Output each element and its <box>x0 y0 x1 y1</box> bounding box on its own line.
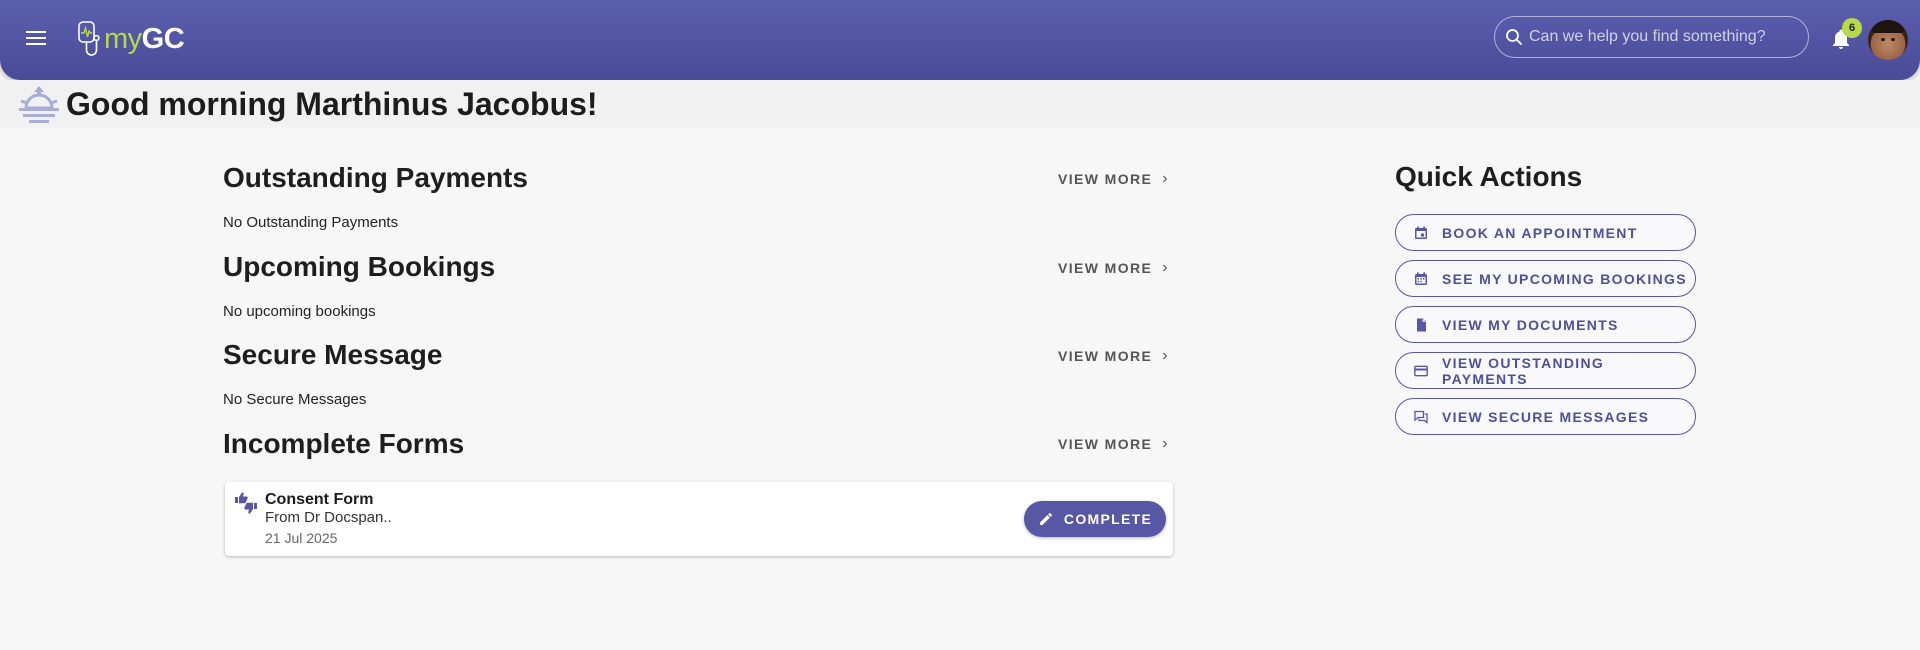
view-more-messages-link[interactable]: VIEW MORE › <box>1058 347 1169 365</box>
chevron-right-icon: › <box>1162 259 1170 276</box>
view-more-label: VIEW MORE <box>1058 348 1153 364</box>
empty-messages-text: No Secure Messages <box>223 391 367 408</box>
quick-actions-title: Quick Actions <box>1395 161 1583 192</box>
secure-messages-button[interactable]: VIEW SECURE MESSAGES <box>1395 398 1696 435</box>
quick-action-label: VIEW OUTSTANDING PAYMENTS <box>1442 354 1605 387</box>
quick-action-label: SEE MY UPCOMING BOOKINGS <box>1442 270 1687 287</box>
search-input[interactable] <box>1529 28 1799 46</box>
chevron-right-icon: › <box>1162 435 1170 452</box>
chevron-right-icon: › <box>1162 170 1170 187</box>
logo-suffix: GC <box>141 22 185 55</box>
chat-icon <box>1414 410 1428 424</box>
section-title-upcoming-bookings: Upcoming Bookings <box>223 251 496 282</box>
top-app-bar: myGC 6 <box>0 0 1920 80</box>
empty-bookings-text: No upcoming bookings <box>223 303 376 320</box>
view-more-label: VIEW MORE <box>1058 171 1153 187</box>
empty-payments-text: No Outstanding Payments <box>223 214 399 231</box>
hamburger-menu-icon[interactable] <box>26 28 48 50</box>
view-more-payments-link[interactable]: VIEW MORE › <box>1058 170 1169 188</box>
quick-action-label: VIEW SECURE MESSAGES <box>1442 408 1650 425</box>
incomplete-form-card: Consent Form From Dr Docspan.. 21 Jul 20… <box>225 482 1173 556</box>
calendar-icon <box>1415 272 1427 285</box>
logo-prefix: my <box>104 22 142 55</box>
upcoming-bookings-button[interactable]: SEE MY UPCOMING BOOKINGS <box>1395 260 1696 297</box>
app-logo[interactable]: myGC <box>78 19 185 59</box>
section-title-incomplete-forms: Incomplete Forms <box>223 428 465 459</box>
book-appointment-button[interactable]: BOOK AN APPOINTMENT <box>1395 214 1696 251</box>
view-more-forms-link[interactable]: VIEW MORE › <box>1058 435 1169 453</box>
complete-form-button[interactable]: COMPLETE <box>1024 501 1166 537</box>
section-title-secure-message: Secure Message <box>223 339 443 370</box>
credit-card-icon <box>1414 365 1428 376</box>
view-documents-button[interactable]: VIEW MY DOCUMENTS <box>1395 306 1696 343</box>
form-sender: From Dr Docspan.. <box>265 509 392 526</box>
pencil-icon <box>1039 512 1052 525</box>
form-name: Consent Form <box>265 491 374 508</box>
logo-wordmark: myGC <box>104 22 185 56</box>
view-more-label: VIEW MORE <box>1058 436 1153 452</box>
sunrise-icon <box>19 86 59 123</box>
quick-action-label: VIEW MY DOCUMENTS <box>1442 316 1619 333</box>
user-avatar[interactable] <box>1868 20 1908 60</box>
search-icon <box>1506 29 1522 45</box>
view-more-label: VIEW MORE <box>1058 260 1153 276</box>
calendar-plus-icon <box>1415 226 1427 239</box>
notification-count-badge: 6 <box>1842 18 1862 38</box>
search-box[interactable] <box>1494 16 1809 58</box>
greeting-heading: Good morning Marthinus Jacobus! <box>66 86 598 122</box>
document-icon <box>1417 318 1426 331</box>
section-title-outstanding-payments: Outstanding Payments <box>223 162 528 193</box>
form-date: 21 Jul 2025 <box>265 530 338 546</box>
view-more-bookings-link[interactable]: VIEW MORE › <box>1058 259 1169 277</box>
chevron-right-icon: › <box>1162 347 1170 364</box>
stethoscope-icon <box>78 21 100 56</box>
thumbs-up-down-icon <box>235 492 257 514</box>
complete-button-label: COMPLETE <box>1063 511 1153 527</box>
outstanding-payments-button[interactable]: VIEW OUTSTANDING PAYMENTS <box>1395 352 1696 389</box>
quick-action-label: BOOK AN APPOINTMENT <box>1442 224 1638 241</box>
